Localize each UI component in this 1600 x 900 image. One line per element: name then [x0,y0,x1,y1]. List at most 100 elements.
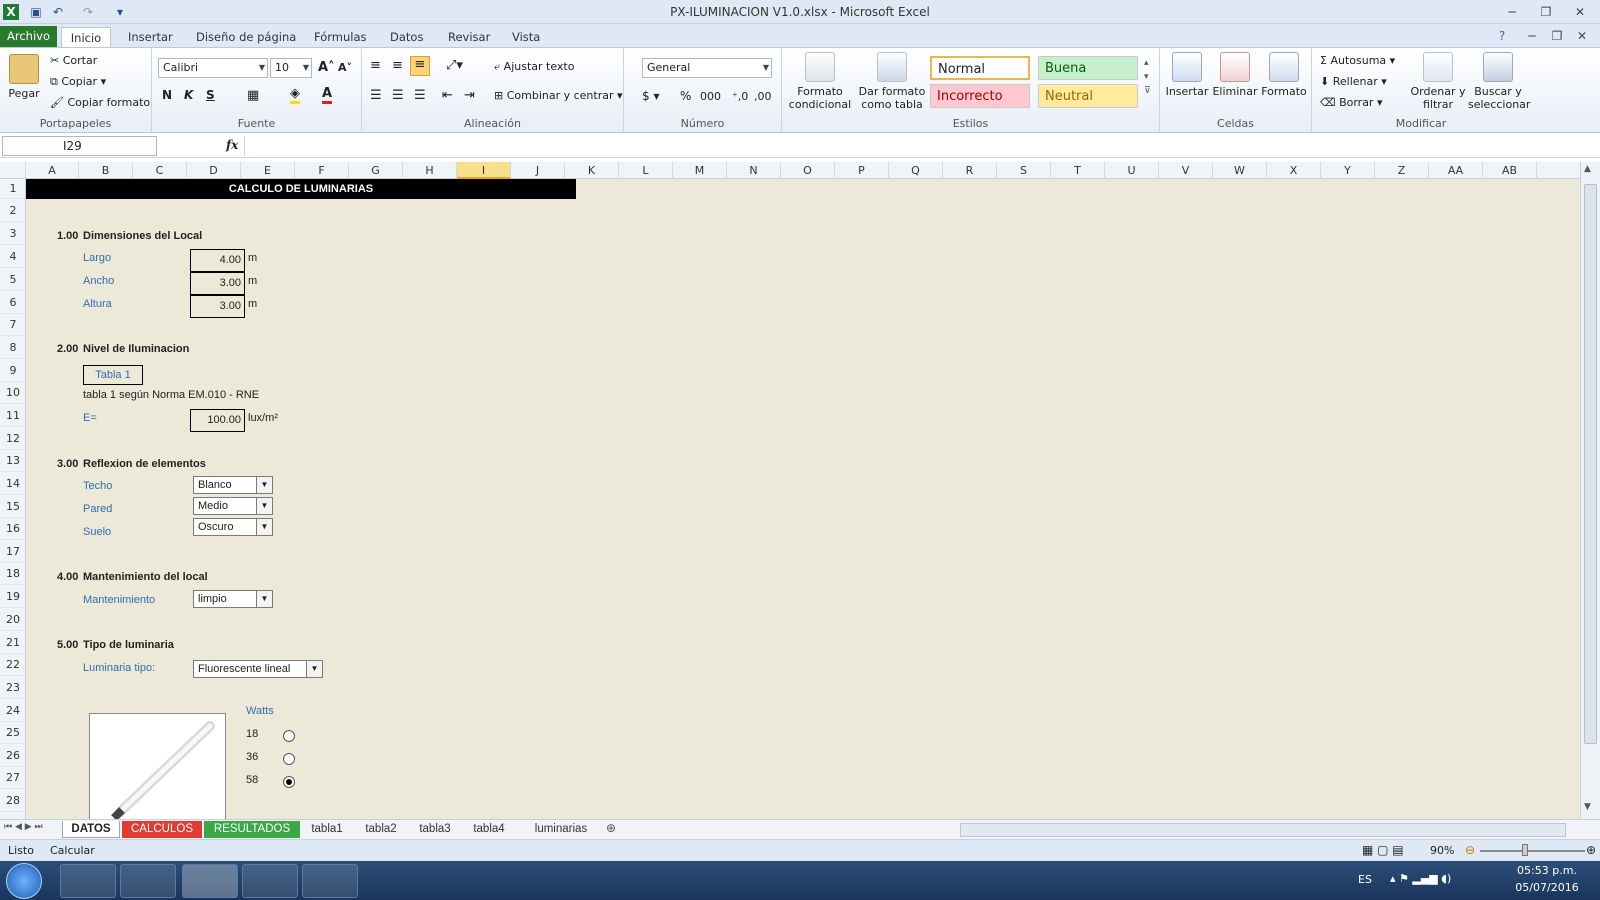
autosum-button[interactable]: Σ Autosuma ▾ [1320,54,1395,67]
column-header[interactable]: P [835,162,889,179]
tab-page-layout[interactable]: Diseño de página [188,27,304,47]
decrease-decimal-icon[interactable]: ,00 [754,90,772,103]
excel-taskbar-icon[interactable] [182,864,238,898]
zoom-slider[interactable] [1480,850,1585,852]
column-header[interactable]: N [727,162,781,179]
suelo-select[interactable]: Oscuro ▼ [193,518,273,536]
sheet-tab[interactable]: tabla2 [354,821,408,838]
column-header[interactable]: D [187,162,241,179]
row-header[interactable]: 17 [0,540,26,563]
row-header[interactable]: 24 [0,699,26,722]
zoom-slider-thumb[interactable] [1522,844,1528,856]
italic-button[interactable]: K [184,88,193,102]
column-header[interactable]: E [241,162,295,179]
minimize-icon[interactable]: ─ [1500,3,1524,21]
row-header[interactable]: 26 [0,744,26,767]
format-as-table-button[interactable]: Dar formato como tabla [858,52,926,111]
column-header[interactable]: W [1213,162,1267,179]
cut-button[interactable]: ✂ Cortar [50,54,97,67]
bold-button[interactable]: N [162,88,172,102]
format-painter-button[interactable]: 🖌 Copiar formato [50,96,150,109]
row-header[interactable]: 20 [0,608,26,631]
row-header[interactable]: 7 [0,314,26,336]
sheet-tab[interactable]: DATOS [62,821,120,838]
watts-18-radio[interactable] [283,730,295,742]
row-header[interactable]: 9 [0,359,26,382]
media-player-taskbar-icon[interactable] [120,864,176,898]
language-indicator[interactable]: ES [1358,873,1372,886]
zoom-level[interactable]: 90% [1430,844,1454,857]
sheet-tab[interactable]: RESULTADOS [204,821,300,838]
close-icon[interactable]: ✕ [1568,3,1592,21]
font-size-select[interactable]: 10 ▼ [270,58,312,78]
column-header[interactable]: J [511,162,565,179]
formula-input[interactable] [244,136,1574,156]
sheet-tab[interactable]: tabla3 [408,821,462,838]
row-header[interactable]: 27 [0,767,26,789]
style-normal[interactable]: Normal [930,56,1030,80]
column-header[interactable]: F [295,162,349,179]
row-header[interactable]: 3 [0,222,26,245]
font-color-icon[interactable]: A [322,86,333,104]
row-header[interactable]: 1 [0,179,26,199]
tray-icons[interactable]: ▴ ⚑ ▂▄▆ ◖) [1390,872,1451,885]
align-bottom-icon[interactable]: ≡ [410,56,430,76]
row-header[interactable]: 13 [0,450,26,472]
paste-button[interactable]: Pegar [4,54,44,100]
chevron-down-icon[interactable]: ▼ [306,661,322,677]
clear-button[interactable]: ⌫ Borrar ▾ [1320,96,1383,109]
row-header[interactable]: 12 [0,427,26,450]
row-header[interactable]: 18 [0,563,26,585]
watts-58-radio[interactable] [283,776,295,788]
tab-scroll-icons[interactable]: ⏮ ◀ ▶ ⏭ [4,822,43,832]
row-header[interactable]: 11 [0,404,26,427]
merge-center-button[interactable]: ⊞ Combinar y centrar ▾ [494,89,623,102]
luminaria-tipo-select[interactable]: Fluorescente lineal ▼ [193,660,323,678]
column-header[interactable]: T [1051,162,1105,179]
percent-icon[interactable]: % [680,89,691,103]
tab-view[interactable]: Vista [504,27,548,47]
altura-value[interactable]: 3.00 [190,295,245,318]
column-header[interactable]: Q [889,162,943,179]
column-header[interactable]: AA [1429,162,1483,179]
column-header[interactable]: Z [1375,162,1429,179]
column-header[interactable]: H [403,162,457,179]
zoom-out-icon[interactable]: ⊖ [1465,843,1475,857]
column-header[interactable]: O [781,162,835,179]
pared-select[interactable]: Medio ▼ [193,497,273,515]
row-header[interactable]: 2 [0,199,26,222]
tab-formulas[interactable]: Fórmulas [306,27,375,47]
tabla-1-button[interactable]: Tabla 1 [83,365,143,385]
sheet-tab[interactable]: CALCULOS [122,821,202,838]
status-calc[interactable]: Calcular [50,844,95,857]
row-header[interactable]: 10 [0,382,26,404]
restore-icon[interactable]: ❐ [1534,3,1558,21]
chevron-down-icon[interactable]: ▼ [256,519,272,535]
row-header[interactable]: 6 [0,291,26,314]
style-good[interactable]: Buena [1038,56,1138,80]
techo-select[interactable]: Blanco ▼ [193,476,273,494]
column-header[interactable]: Y [1321,162,1375,179]
chevron-down-icon[interactable]: ▼ [256,498,272,514]
start-icon[interactable] [6,863,42,899]
fill-button[interactable]: ⬇ Rellenar ▾ [1320,75,1387,88]
column-header[interactable]: B [79,162,133,179]
styles-scroll-icon[interactable]: ▴ ▾ ⊽ [1144,56,1151,98]
row-header[interactable]: 15 [0,495,26,518]
largo-value[interactable]: 4.00 [190,249,245,272]
wrap-text-button[interactable]: ⤶ Ajustar texto [494,60,574,74]
column-header[interactable]: L [619,162,673,179]
workbook-restore-icon[interactable]: ❐ [1545,27,1569,45]
row-header[interactable]: 14 [0,472,26,495]
help-icon[interactable]: ? [1490,27,1514,45]
number-format-select[interactable]: General ▼ [642,58,772,78]
vertical-scrollbar[interactable]: ▲ ▼ [1580,162,1600,819]
zoom-in-icon[interactable]: ⊕ [1586,843,1596,857]
scroll-up-icon[interactable]: ▲ [1584,164,1591,174]
new-sheet-icon[interactable]: ⊕ [606,821,616,835]
ancho-value[interactable]: 3.00 [190,272,245,295]
row-header[interactable]: 21 [0,631,26,654]
column-header[interactable]: K [565,162,619,179]
tab-insert[interactable]: Insertar [120,27,181,47]
fx-icon[interactable]: fx [226,138,238,152]
